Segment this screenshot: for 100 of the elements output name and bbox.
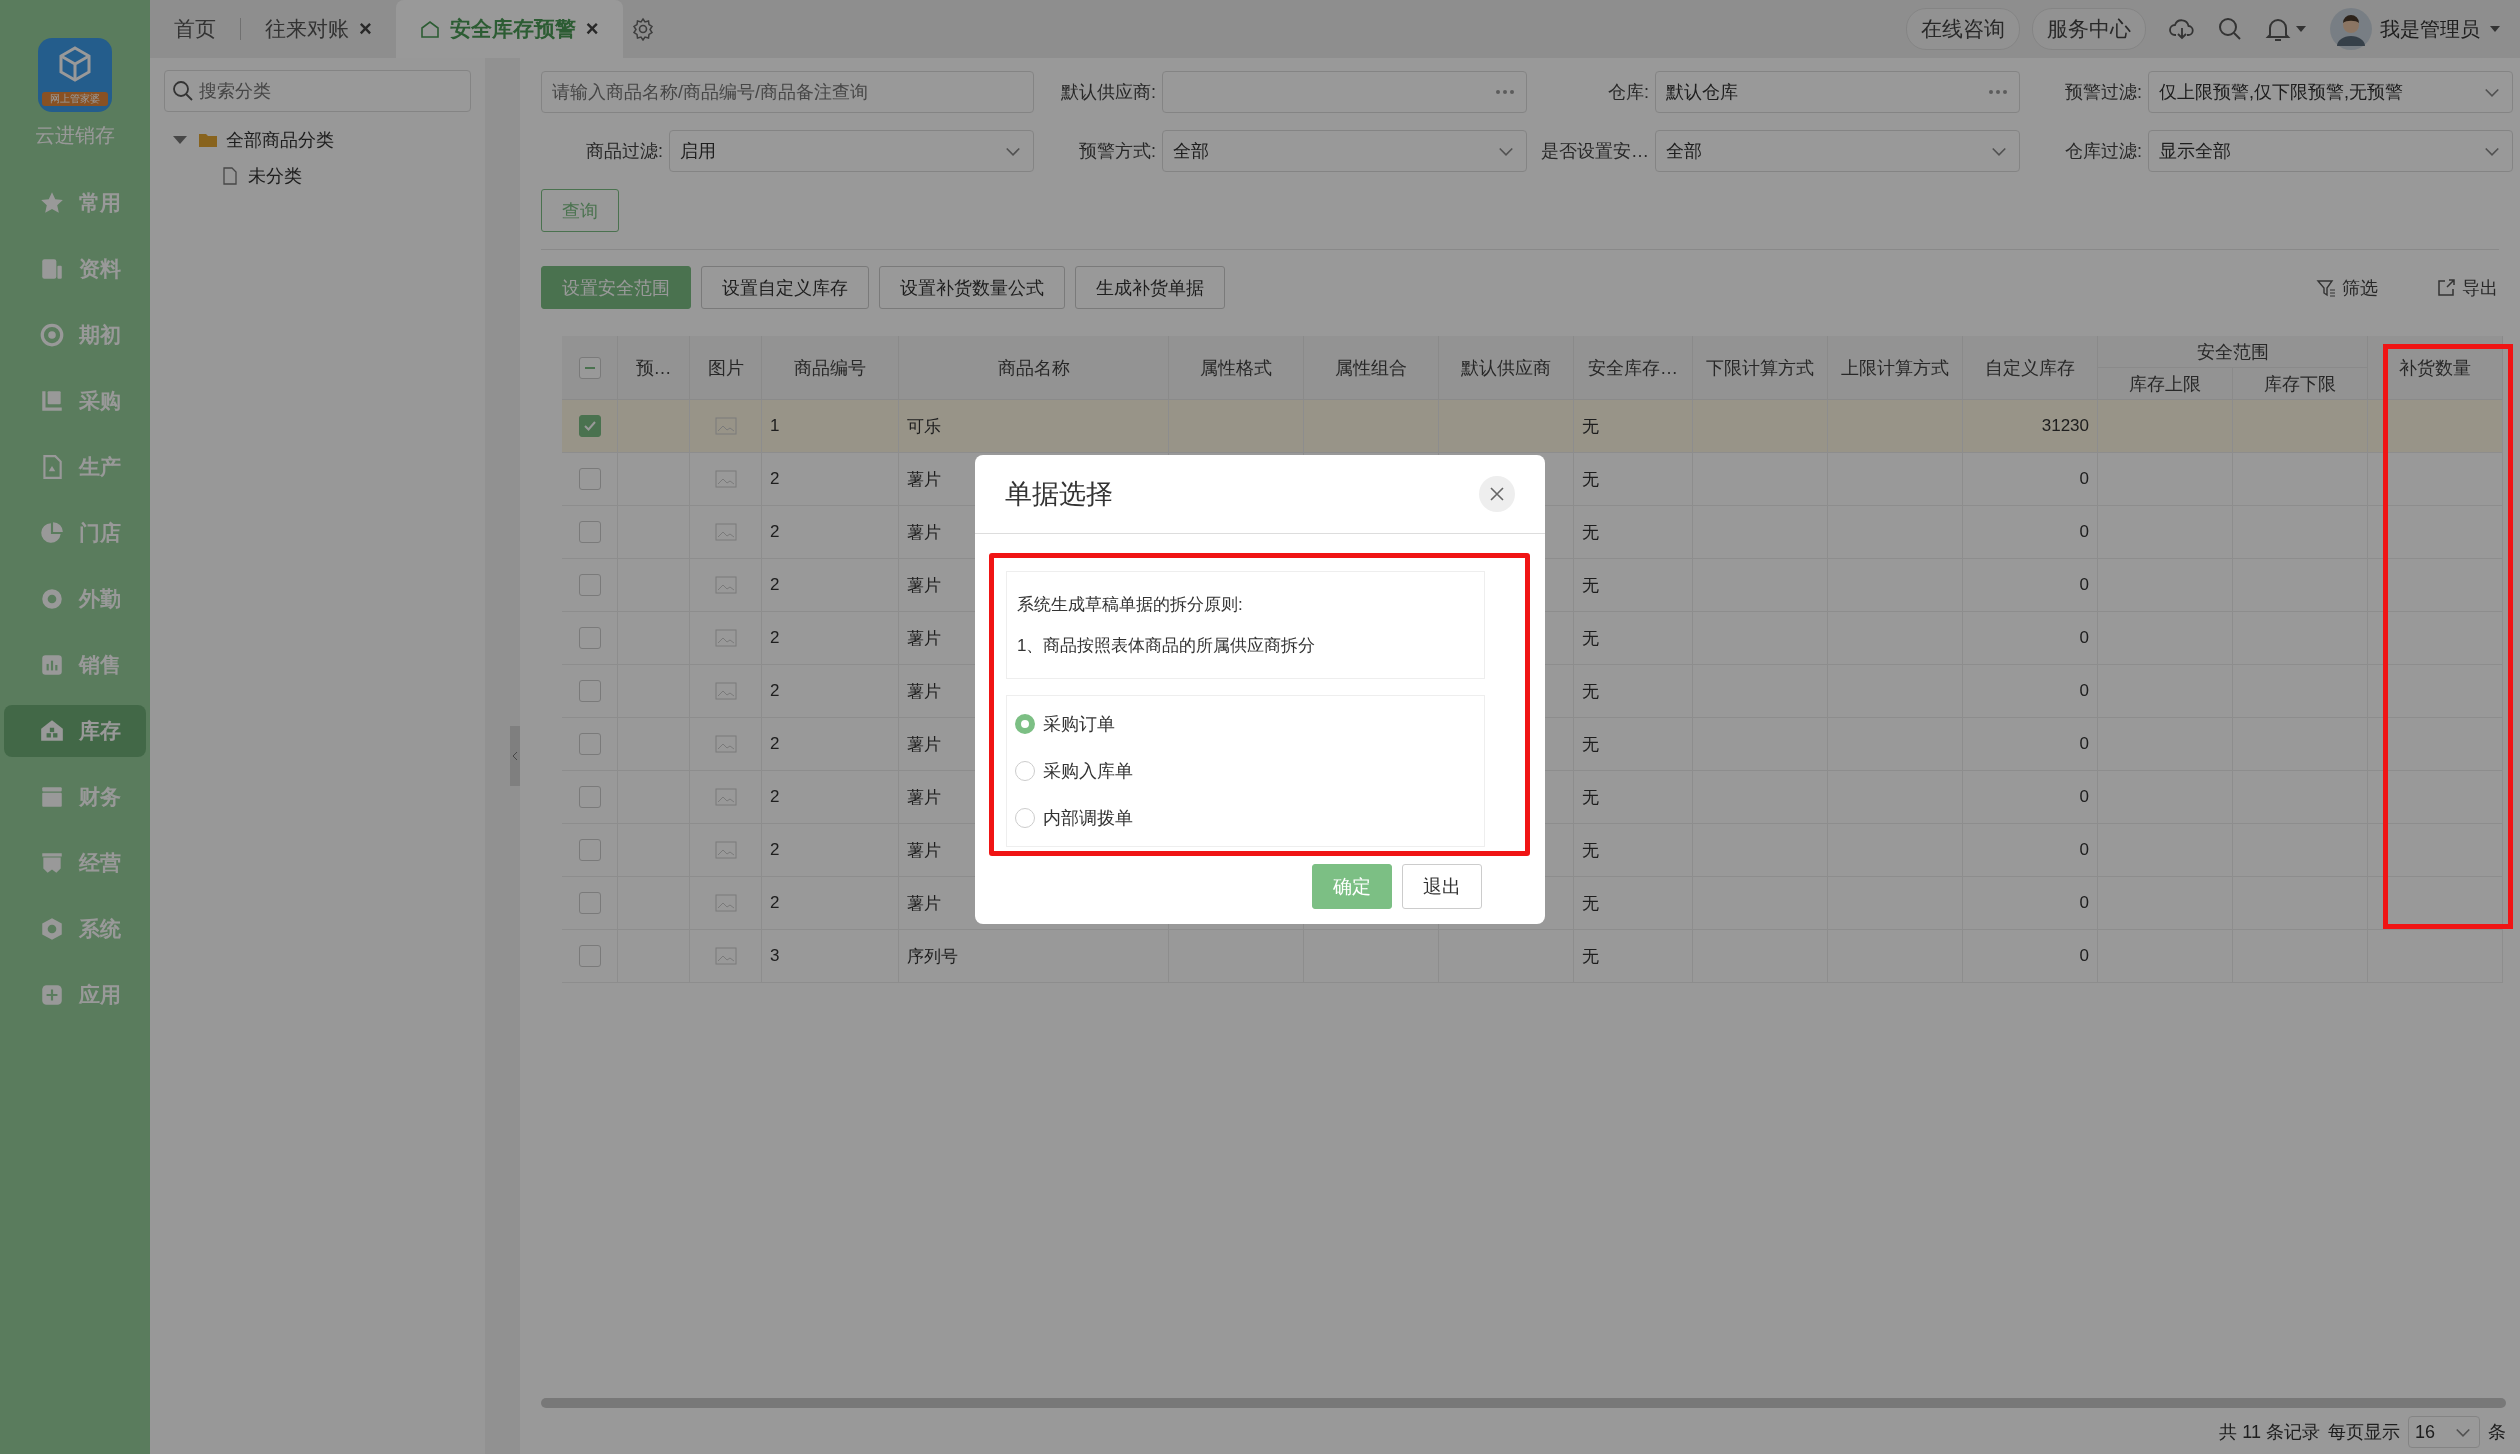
dropdown[interactable]: 显示全部 xyxy=(2148,130,2513,172)
filter-icon xyxy=(2316,277,2336,298)
avatar-icon[interactable] xyxy=(2330,8,2372,50)
minus-icon xyxy=(584,366,595,369)
table-cell: 无 xyxy=(1574,506,1693,559)
field-label: 预警方式: xyxy=(1078,140,1157,163)
filter-button[interactable]: 筛选 xyxy=(2310,274,2384,301)
checkbox[interactable] xyxy=(578,733,601,755)
picker-field[interactable] xyxy=(1162,71,1527,113)
table-cell: 0 xyxy=(1963,930,2098,983)
table-cell: 0 xyxy=(1963,612,2098,665)
column-header[interactable]: 上限计算方式 xyxy=(1828,336,1963,400)
column-header[interactable]: 图片 xyxy=(690,336,762,400)
search-field[interactable]: 请输入商品名称/商品编号/商品备注查询 xyxy=(541,71,1034,113)
checkbox[interactable] xyxy=(578,892,601,914)
user-name[interactable]: 我是管理员 xyxy=(2380,15,2480,43)
dropdown[interactable]: 全部 xyxy=(1162,130,1527,172)
dropdown[interactable]: 启用 xyxy=(669,130,1034,172)
more-icon[interactable] xyxy=(1987,88,2009,96)
bar-chart-icon xyxy=(39,652,65,678)
column-header[interactable]: 库存下限 xyxy=(2233,368,2368,400)
checkbox[interactable] xyxy=(578,627,601,649)
checkbox[interactable] xyxy=(578,680,601,702)
image-placeholder-icon xyxy=(714,788,737,806)
field-label: 预警过滤: xyxy=(2064,81,2143,104)
column-header[interactable]: 属性组合 xyxy=(1304,336,1439,400)
pie-chart-icon xyxy=(39,520,65,546)
tab[interactable]: 往来对账 × xyxy=(241,0,396,58)
table-cell: 无 xyxy=(1574,930,1693,983)
column-header: 安全范围 xyxy=(2098,336,2368,368)
image-placeholder-icon xyxy=(714,470,737,488)
settings-icon[interactable] xyxy=(630,17,655,41)
table-cell: 2 xyxy=(762,877,899,930)
unit-label: 条 xyxy=(2488,1421,2506,1444)
target-icon xyxy=(39,322,65,348)
header-link[interactable]: 在线咨询 xyxy=(1906,8,2020,50)
table-cell: 0 xyxy=(1963,824,2098,877)
table-cell: 无 xyxy=(1574,400,1693,453)
column-header[interactable]: 库存上限 xyxy=(2098,368,2233,400)
radio-button[interactable] xyxy=(1015,808,1035,829)
image-placeholder-icon xyxy=(714,417,737,435)
scrollbar[interactable] xyxy=(541,1398,2506,1408)
table-cell: 可乐 xyxy=(899,400,1169,453)
image-placeholder-icon xyxy=(714,735,737,753)
tree-item[interactable]: 全部商品分类 xyxy=(164,128,471,152)
field-label: 是否设置安… xyxy=(1540,140,1650,163)
search-field[interactable]: 搜索分类 xyxy=(164,70,471,112)
checkbox[interactable] xyxy=(578,786,601,808)
export-icon xyxy=(2436,277,2456,298)
field-label: 商品过滤: xyxy=(585,140,664,163)
table-cell: 2 xyxy=(762,718,899,771)
checkbox[interactable] xyxy=(578,356,601,379)
column-header[interactable]: 商品编号 xyxy=(762,336,899,400)
table-cell: 2 xyxy=(762,612,899,665)
header-link[interactable]: 服务中心 xyxy=(2032,8,2146,50)
tab[interactable]: 安全库存预警 × xyxy=(395,0,623,58)
column-header[interactable]: 预… xyxy=(618,336,690,400)
image-placeholder-icon xyxy=(714,682,737,700)
star-icon xyxy=(39,190,65,216)
column-header[interactable]: 下限计算方式 xyxy=(1693,336,1828,400)
table-cell: 无 xyxy=(1574,824,1693,877)
column-header[interactable]: 属性格式 xyxy=(1169,336,1304,400)
checkbox[interactable] xyxy=(578,521,601,543)
table-cell: 0 xyxy=(1963,453,2098,506)
page-size-dropdown[interactable]: 16 xyxy=(2408,1416,2480,1448)
dropdown[interactable]: 仅上限预警,仅下限预警,无预警 xyxy=(2148,71,2513,113)
toolbar-button[interactable]: 设置补货数量公式 xyxy=(879,266,1065,309)
table-cell: 0 xyxy=(1963,718,2098,771)
toolbar-button[interactable]: 设置自定义库存 xyxy=(701,266,869,309)
column-header[interactable]: 安全库存… xyxy=(1574,336,1693,400)
picker-field[interactable]: 默认仓库 xyxy=(1655,71,2020,113)
checkbox[interactable] xyxy=(578,468,601,490)
radio-button[interactable] xyxy=(1015,761,1035,781)
column-header[interactable]: 商品名称 xyxy=(899,336,1169,400)
checkbox[interactable] xyxy=(578,945,601,967)
dialog-button[interactable]: 退出 xyxy=(1402,864,1482,909)
table-cell: 0 xyxy=(1963,771,2098,824)
checkbox[interactable] xyxy=(578,574,601,596)
collapse-handle[interactable] xyxy=(510,726,520,786)
plus-icon xyxy=(39,982,65,1008)
table-cell: 无 xyxy=(1574,665,1693,718)
table-cell: 无 xyxy=(1574,771,1693,824)
checkbox[interactable] xyxy=(578,415,601,437)
export-button[interactable]: 导出 xyxy=(2430,274,2504,301)
dropdown[interactable]: 全部 xyxy=(1655,130,2020,172)
close-button[interactable] xyxy=(1479,476,1515,512)
table-cell: 0 xyxy=(1963,877,2098,930)
column-header[interactable]: 自定义库存 xyxy=(1963,336,2098,400)
checkbox[interactable] xyxy=(578,839,601,861)
more-icon[interactable] xyxy=(1494,88,1516,96)
field-label: 默认供应商: xyxy=(1060,81,1157,104)
tab[interactable]: 首页 xyxy=(150,0,240,58)
house-icon xyxy=(39,718,65,744)
column-header[interactable]: 默认供应商 xyxy=(1439,336,1574,400)
radio-button[interactable] xyxy=(1015,713,1035,734)
table-cell: 无 xyxy=(1574,453,1693,506)
toolbar-button[interactable]: 生成补货单据 xyxy=(1075,266,1225,309)
image-placeholder-icon xyxy=(714,841,737,859)
table-cell: 2 xyxy=(762,824,899,877)
tree-item[interactable]: 未分类 xyxy=(164,164,471,188)
